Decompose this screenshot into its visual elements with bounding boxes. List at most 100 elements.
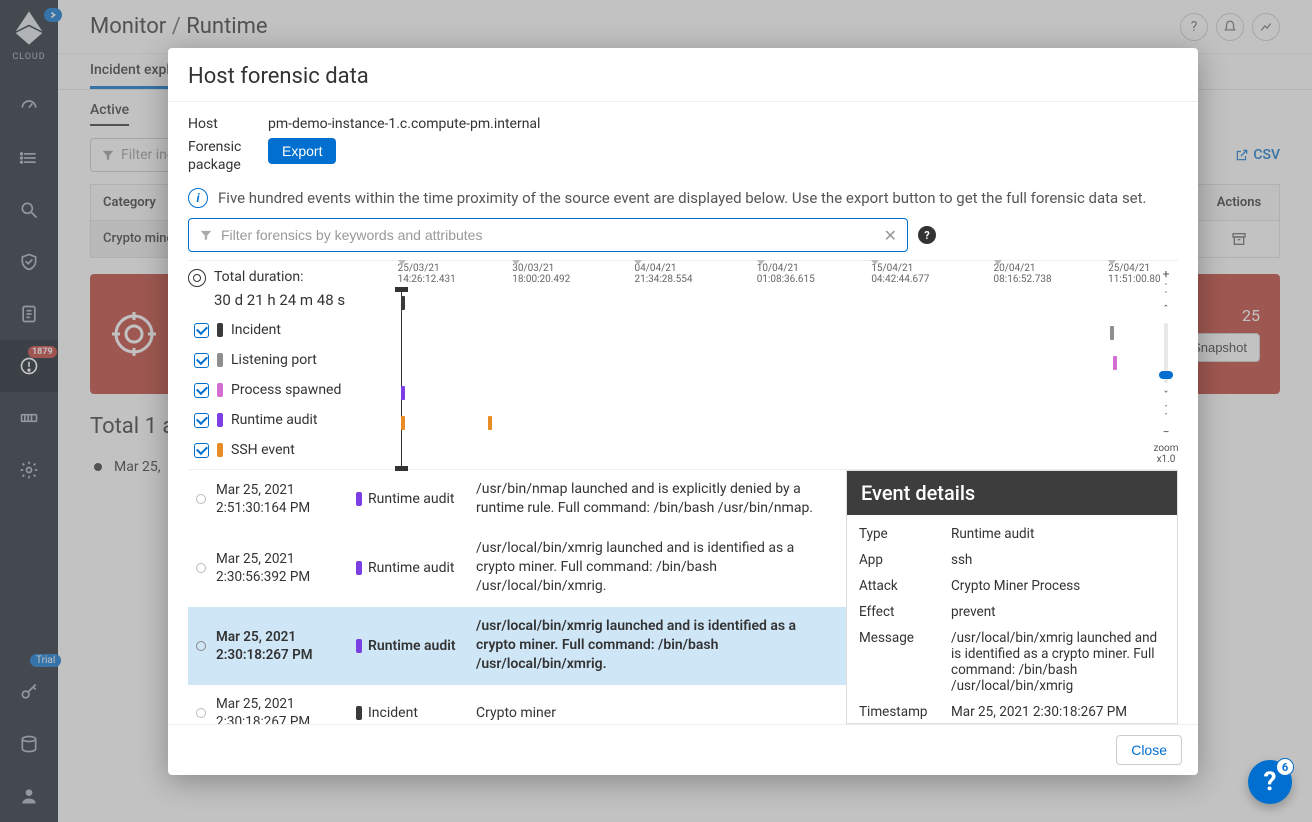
details-row: Effect prevent — [859, 599, 1165, 625]
event-message: /usr/local/bin/xmrig launched and is ide… — [476, 539, 840, 596]
event-timestamp: Mar 25, 20212:30:18:267 PM — [216, 695, 346, 724]
timeline-tick: 25/03/2114:26:12.431 — [398, 263, 456, 285]
timeline-tick: 30/03/2118:00:20.492 — [512, 263, 570, 285]
event-row[interactable]: Mar 25, 20212:51:30:164 PM Runtime audit… — [188, 470, 846, 529]
mark-port[interactable] — [1110, 326, 1114, 340]
timeline-tick: 04/04/2121:34:28.554 — [634, 263, 692, 285]
event-details-panel: Event details Type Runtime auditApp sshA… — [846, 470, 1178, 724]
event-type: Runtime audit — [356, 560, 466, 576]
timeline-tick: 10/04/2101:08:36.615 — [757, 263, 815, 285]
details-value: Crypto Miner Process — [951, 578, 1165, 594]
chip-icon — [217, 353, 223, 367]
details-row: Attack Crypto Miner Process — [859, 573, 1165, 599]
details-title: Event details — [847, 471, 1177, 515]
details-value: Runtime audit — [951, 526, 1165, 542]
label-host: Host — [188, 116, 268, 132]
help-count-badge: 6 — [1276, 758, 1294, 776]
chip-icon — [217, 443, 223, 457]
event-row[interactable]: Mar 25, 20212:30:56:392 PM Runtime audit… — [188, 529, 846, 607]
checkbox-icon[interactable] — [194, 413, 209, 428]
up-icon[interactable]: ˆ — [1163, 301, 1169, 319]
details-key: Timestamp — [859, 704, 951, 720]
chip-icon — [356, 561, 362, 575]
details-value: prevent — [951, 604, 1165, 620]
details-key: Message — [859, 630, 951, 694]
event-message: /usr/bin/nmap launched and is explicitly… — [476, 480, 840, 518]
export-button[interactable]: Export — [268, 138, 336, 164]
chip-icon — [217, 413, 223, 427]
mark-incident[interactable] — [401, 296, 405, 310]
details-key: Effect — [859, 604, 951, 620]
timeline: Total duration: 30 d 21 h 24 m 48 s Inci… — [188, 260, 1178, 470]
legend-audit[interactable]: Runtime audit — [188, 405, 386, 435]
event-timestamp: Mar 25, 20212:51:30:164 PM — [216, 481, 346, 517]
legend-ssh[interactable]: SSH event — [188, 435, 386, 465]
down-icon[interactable]: ˇ — [1163, 387, 1168, 405]
lane-incident — [390, 289, 1154, 319]
details-value: ssh — [951, 552, 1165, 568]
info-text: Five hundred events within the time prox… — [218, 189, 1147, 207]
details-row: Timestamp Mar 25, 2021 2:30:18:267 PM — [859, 699, 1165, 723]
chip-icon — [217, 383, 223, 397]
zoom-in-icon[interactable]: + — [1163, 265, 1170, 283]
details-row: App ssh — [859, 547, 1165, 573]
mark-audit[interactable] — [401, 386, 405, 400]
event-timestamp: Mar 25, 20212:30:18:267 PM — [216, 628, 346, 664]
floating-help-button[interactable]: ? 6 — [1248, 760, 1292, 804]
details-key: App — [859, 552, 951, 568]
zoom-out-icon[interactable]: − — [1163, 423, 1170, 441]
filter-help-icon[interactable]: ? — [918, 226, 936, 244]
mark-ssh[interactable] — [488, 416, 492, 430]
zoom-slider[interactable] — [1164, 323, 1168, 383]
events-list: Mar 25, 20212:51:30:164 PM Runtime audit… — [188, 470, 846, 724]
modal-title: Host forensic data — [168, 48, 1198, 102]
checkbox-icon[interactable] — [194, 443, 209, 458]
info-icon: i — [188, 188, 208, 208]
legend-proc[interactable]: Process spawned — [188, 375, 386, 405]
jump-top-icon[interactable]: ˆˆ — [1164, 283, 1168, 301]
lane-ssh — [390, 409, 1154, 439]
close-button[interactable]: Close — [1116, 735, 1182, 765]
value-host: pm-demo-instance-1.c.compute-pm.internal — [268, 116, 540, 132]
forensics-filter-input[interactable]: ✕ — [188, 218, 908, 252]
chip-icon — [356, 492, 362, 506]
details-value: /usr/local/bin/xmrig launched and is ide… — [951, 630, 1165, 694]
timeline-tick: 15/04/2104:42:44.677 — [871, 263, 929, 285]
bullet-icon — [196, 563, 206, 573]
details-row: Message /usr/local/bin/xmrig launched an… — [859, 625, 1165, 699]
legend-port[interactable]: Listening port — [188, 345, 386, 375]
chip-icon — [356, 639, 362, 653]
checkbox-icon[interactable] — [194, 383, 209, 398]
event-type: Incident — [356, 705, 466, 721]
checkbox-icon[interactable] — [194, 353, 209, 368]
lane-audit — [390, 379, 1154, 409]
event-type: Runtime audit — [356, 491, 466, 507]
event-message: /usr/local/bin/xmrig launched and is ide… — [476, 617, 840, 674]
event-row[interactable]: Mar 25, 20212:30:18:267 PM Incident Cryp… — [188, 685, 846, 724]
mark-proc[interactable] — [1113, 356, 1117, 370]
legend-incident[interactable]: Incident — [188, 315, 386, 345]
details-value: Mar 25, 2021 2:30:18:267 PM — [951, 704, 1165, 720]
mark-ssh[interactable] — [401, 416, 405, 430]
bullet-icon — [196, 641, 206, 651]
details-row: Type Runtime audit — [859, 521, 1165, 547]
lane-proc — [390, 349, 1154, 379]
total-duration-value: 30 d 21 h 24 m 48 s — [214, 291, 386, 309]
event-message: Crypto miner — [476, 704, 840, 723]
details-key: Type — [859, 526, 951, 542]
jump-bottom-icon[interactable]: ˇˇ — [1164, 405, 1168, 423]
event-type: Runtime audit — [356, 638, 466, 654]
lane-port — [390, 319, 1154, 349]
bullet-icon — [196, 708, 206, 718]
clear-icon[interactable]: ✕ — [884, 226, 897, 245]
chip-icon — [217, 323, 223, 337]
target-small-icon — [188, 269, 206, 287]
details-key: Attack — [859, 578, 951, 594]
chip-icon — [356, 706, 362, 720]
zoom-controls: + ˆˆ ˆ ˇ ˇˇ − zoomx1.0 — [1154, 265, 1178, 465]
event-row[interactable]: Mar 25, 20212:30:18:267 PM Runtime audit… — [188, 607, 846, 685]
label-forensic-package: Forensic package — [188, 138, 268, 174]
checkbox-icon[interactable] — [194, 323, 209, 338]
total-duration-label: Total duration: — [214, 269, 304, 285]
event-timestamp: Mar 25, 20212:30:56:392 PM — [216, 550, 346, 586]
